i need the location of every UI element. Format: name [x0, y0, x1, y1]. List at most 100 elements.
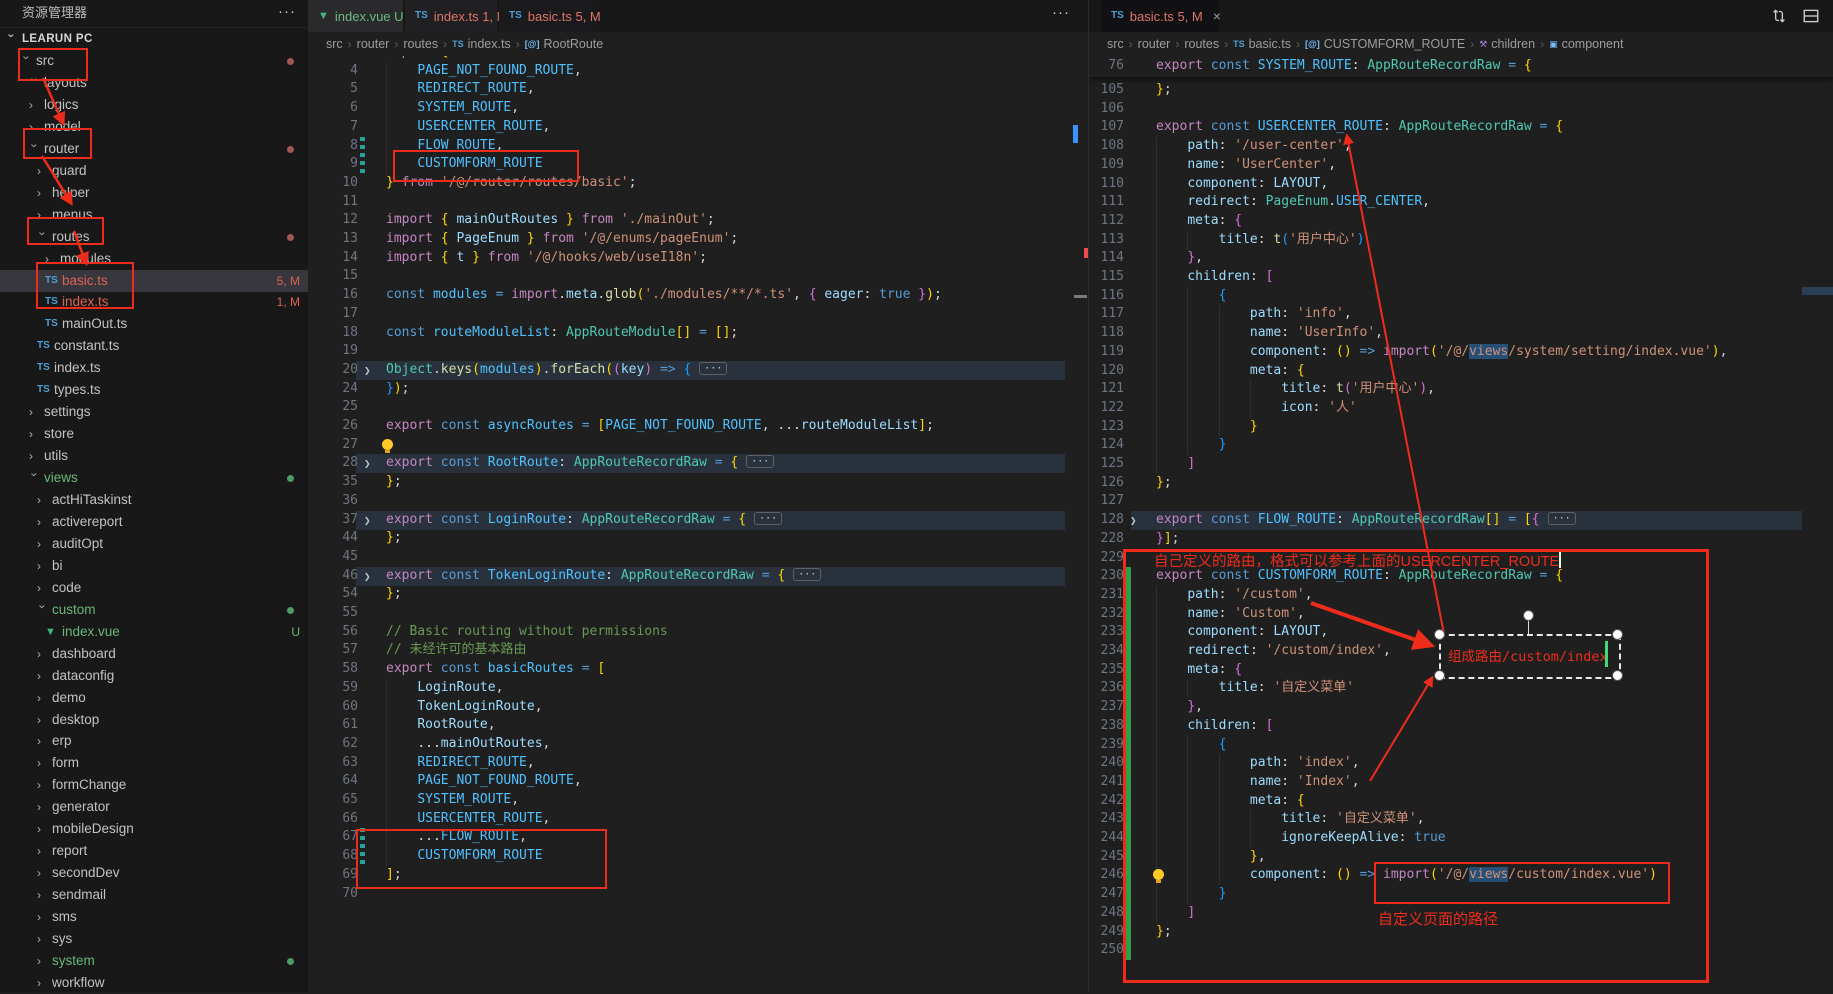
code-line[interactable]: 28❯export const RootRoute: AppRouteRecor… [308, 454, 1088, 473]
breadcrumb-item-src[interactable]: src [326, 37, 343, 51]
code-line[interactable]: 235 meta: { [1089, 661, 1833, 680]
code-line[interactable]: 15 [308, 267, 1088, 286]
code-editor-index-ts[interactable]: 3import {4 PAGE_NOT_FOUND_ROUTE,5 REDIRE… [308, 56, 1088, 992]
code-line[interactable]: 239 { [1089, 736, 1833, 755]
code-line[interactable]: 245 }, [1089, 848, 1833, 867]
code-line[interactable]: 64 PAGE_NOT_FOUND_ROUTE, [308, 772, 1088, 791]
resize-handle[interactable] [1612, 670, 1623, 681]
explorer-more-actions-icon[interactable]: ··· [278, 0, 296, 24]
code-line[interactable]: 116 { [1089, 287, 1833, 306]
code-line[interactable]: 25 [308, 398, 1088, 417]
sidebar-item-settings[interactable]: ›settings [0, 401, 308, 423]
sidebar-item-desktop[interactable]: ›desktop [0, 709, 308, 731]
code-line[interactable]: 9 CUSTOMFORM_ROUTE [308, 155, 1088, 174]
sidebar-item-dataconfig[interactable]: ›dataconfig [0, 665, 308, 687]
code-line[interactable]: 232 name: 'Custom', [1089, 605, 1833, 624]
sidebar-item-menus[interactable]: ›menus [0, 204, 308, 226]
breadcrumb-item-component[interactable]: ▣component [1549, 37, 1623, 51]
code-line[interactable]: 106 [1089, 100, 1833, 119]
code-line[interactable]: 243 title: '自定义菜单', [1089, 810, 1833, 829]
sidebar-item-index.ts[interactable]: TSindex.ts1, M [0, 291, 308, 313]
sidebar-item-report[interactable]: ›report [0, 840, 308, 862]
code-line[interactable]: 63 REDIRECT_ROUTE, [308, 754, 1088, 773]
code-line[interactable]: 14import { t } from '/@/hooks/web/useI18… [308, 249, 1088, 268]
code-line[interactable]: 240 path: 'index', [1089, 754, 1833, 773]
code-line[interactable]: 127 [1089, 492, 1833, 511]
close-icon[interactable]: × [1213, 8, 1221, 24]
code-line[interactable]: 238 children: [ [1089, 717, 1833, 736]
code-line[interactable]: 59 LoginRoute, [308, 679, 1088, 698]
code-line[interactable]: 37❯export const LoginRoute: AppRouteReco… [308, 511, 1088, 530]
code-line[interactable]: 58export const basicRoutes = [ [308, 660, 1088, 679]
sidebar-item-router[interactable]: ›router [0, 138, 308, 160]
code-line[interactable]: 113 title: t('用户中心') [1089, 231, 1833, 250]
code-line[interactable]: 122 icon: '人' [1089, 399, 1833, 418]
sidebar-item-views[interactable]: ›views [0, 467, 308, 489]
resize-handle[interactable] [1612, 629, 1623, 640]
sidebar-item-mobileDesign[interactable]: ›mobileDesign [0, 818, 308, 840]
tab-basic.ts[interactable]: TSbasic.ts 5, M [499, 0, 599, 32]
sidebar-item-index.vue[interactable]: ▼index.vueU [0, 621, 308, 643]
sidebar-item-form[interactable]: ›form [0, 752, 308, 774]
sidebar-item-sms[interactable]: ›sms [0, 906, 308, 928]
tab-overflow-icon[interactable]: ··· [1052, 4, 1070, 21]
sidebar-item-custom[interactable]: ›custom [0, 599, 308, 621]
code-line[interactable]: 61 RootRoute, [308, 716, 1088, 735]
sidebar-item-sys[interactable]: ›sys [0, 928, 308, 950]
breadcrumb-item-routes[interactable]: routes [1184, 37, 1219, 51]
code-line[interactable]: 12import { mainOutRoutes } from './mainO… [308, 211, 1088, 230]
code-line[interactable]: 118 name: 'UserInfo', [1089, 324, 1833, 343]
fold-ellipsis-badge[interactable]: ··· [1548, 512, 1576, 525]
code-line[interactable]: 247 } [1089, 885, 1833, 904]
code-line[interactable]: 231 path: '/custom', [1089, 586, 1833, 605]
sidebar-item-dashboard[interactable]: ›dashboard [0, 643, 308, 665]
breadcrumb-item-index.ts[interactable]: TSindex.ts [452, 37, 511, 51]
code-line[interactable]: 68 CUSTOMFORM_ROUTE [308, 847, 1088, 866]
code-editor-basic-ts[interactable]: 105};106107export const USERCENTER_ROUTE… [1089, 56, 1833, 992]
code-line[interactable]: 108 path: '/user-center', [1089, 137, 1833, 156]
breadcrumb-item-router[interactable]: router [357, 37, 390, 51]
sidebar-item-secondDev[interactable]: ›secondDev [0, 862, 308, 884]
code-line[interactable]: 241 name: 'Index', [1089, 773, 1833, 792]
code-line[interactable]: 242 meta: { [1089, 792, 1833, 811]
sidebar-item-basic.ts[interactable]: TSbasic.ts5, M [0, 270, 308, 292]
sidebar-item-model[interactable]: ›model [0, 116, 308, 138]
code-line[interactable]: 16const modules = import.meta.glob('./mo… [308, 286, 1088, 305]
fold-chevron-icon[interactable]: ❯ [364, 511, 371, 530]
fold-ellipsis-badge[interactable]: ··· [746, 455, 774, 468]
code-line[interactable]: 244 ignoreKeepAlive: true [1089, 829, 1833, 848]
code-line[interactable]: 70 [308, 885, 1088, 904]
code-line[interactable]: 121 title: t('用户中心'), [1089, 380, 1833, 399]
code-line[interactable]: 119 component: () => import('/@/views/sy… [1089, 343, 1833, 362]
code-line[interactable]: 115 children: [ [1089, 268, 1833, 287]
sidebar-item-utils[interactable]: ›utils [0, 445, 308, 467]
code-line[interactable]: 27 [308, 436, 1088, 455]
code-line[interactable]: 250 [1089, 941, 1833, 960]
code-line[interactable]: 66 USERCENTER_ROUTE, [308, 810, 1088, 829]
breadcrumb-item-CUSTOMFORM_ROUTE[interactable]: [@]CUSTOMFORM_ROUTE [1305, 37, 1465, 51]
fold-ellipsis-badge[interactable]: ··· [754, 512, 782, 525]
code-line[interactable]: 110 component: LAYOUT, [1089, 175, 1833, 194]
fold-chevron-icon[interactable]: ❯ [1130, 511, 1137, 530]
sidebar-item-store[interactable]: ›store [0, 423, 308, 445]
code-line[interactable]: 248 ] [1089, 904, 1833, 923]
swap-arrows-icon[interactable] [1770, 7, 1788, 25]
breadcrumb-item-src[interactable]: src [1107, 37, 1124, 51]
sidebar-item-layouts[interactable]: ›layouts [0, 72, 308, 94]
code-line[interactable]: 246 component: () => import('/@/views/cu… [1089, 866, 1833, 885]
code-line[interactable]: 126}; [1089, 474, 1833, 493]
breadcrumb-item-RootRoute[interactable]: [@]RootRoute [525, 37, 604, 51]
code-line[interactable]: 109 name: 'UserCenter', [1089, 156, 1833, 175]
sidebar-item-bi[interactable]: ›bi [0, 555, 308, 577]
sidebar-item-index.ts[interactable]: TSindex.ts [0, 357, 308, 379]
sidebar-item-workflow[interactable]: ›workflow [0, 972, 308, 994]
code-line[interactable]: 20❯Object.keys(modules).forEach((key) =>… [308, 361, 1088, 380]
code-line[interactable]: 26export const asyncRoutes = [PAGE_NOT_F… [308, 417, 1088, 436]
code-line[interactable]: 8 FLOW_ROUTE, [308, 137, 1088, 156]
code-line[interactable]: 125 ] [1089, 455, 1833, 474]
sidebar-item-routes[interactable]: ›routes [0, 226, 308, 248]
sidebar-item-helper[interactable]: ›helper [0, 182, 308, 204]
sticky-scroll-line[interactable]: 76export const SYSTEM_ROUTE: AppRouteRec… [1089, 56, 1833, 77]
breadcrumb-item-router[interactable]: router [1138, 37, 1171, 51]
code-line[interactable]: 5 REDIRECT_ROUTE, [308, 80, 1088, 99]
